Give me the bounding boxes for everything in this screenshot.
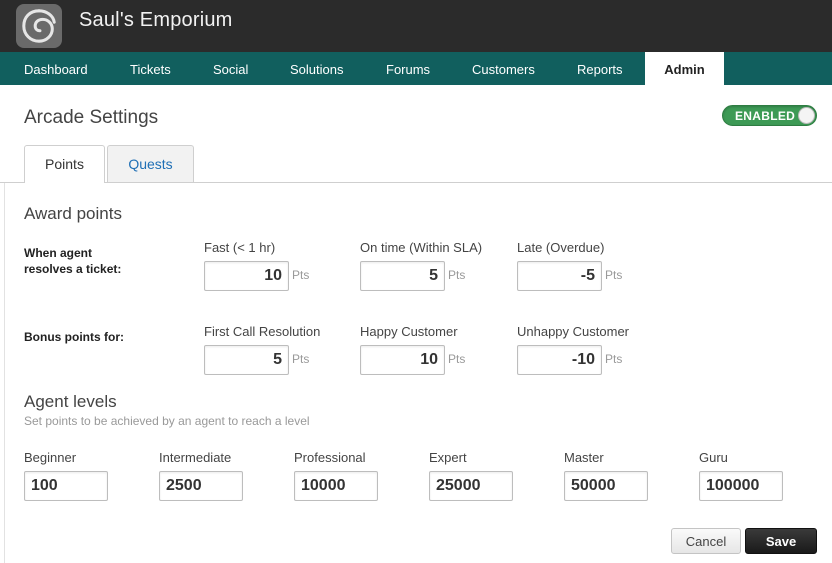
bonus-row-label: Bonus points for: [24,330,124,344]
happy-customer-label: Happy Customer [360,324,458,339]
level-input-intermediate[interactable] [159,471,243,501]
page-title: Arcade Settings [24,107,159,128]
main-nav: Dashboard Tickets Social Solutions Forum… [0,52,832,85]
nav-item-reports[interactable]: Reports [577,52,623,85]
level-input-guru[interactable] [699,471,783,501]
nav-item-tickets[interactable]: Tickets [130,52,171,85]
agent-levels-subtitle: Set points to be achieved by an agent to… [24,414,310,428]
unhappy-customer-label: Unhappy Customer [517,324,629,339]
top-bar: Saul's Emporium [0,0,832,52]
level-label-expert: Expert [429,450,467,465]
level-input-master[interactable] [564,471,648,501]
tab-quests[interactable]: Quests [107,145,194,182]
happy-customer-points-input[interactable] [360,345,445,375]
fast-points-input[interactable] [204,261,289,291]
late-points-input[interactable] [517,261,602,291]
app-title: Saul's Emporium [79,9,233,31]
level-label-master: Master [564,450,604,465]
level-label-beginner: Beginner [24,450,77,465]
nav-item-dashboard[interactable]: Dashboard [24,52,88,85]
nav-item-admin[interactable]: Admin [645,52,724,85]
pts-unit: Pts [605,352,623,366]
tabs-divider [0,182,832,183]
save-button[interactable]: Save [745,528,817,554]
award-points-title: Award points [24,204,122,223]
first-call-label: First Call Resolution [204,324,321,339]
tab-points[interactable]: Points [24,145,105,183]
pts-unit: Pts [292,352,310,366]
on-time-points-input[interactable] [360,261,445,291]
unhappy-customer-points-input[interactable] [517,345,602,375]
toggle-label: ENABLED [735,109,796,123]
fast-label: Fast (< 1 hr) [204,240,276,255]
nav-item-customers[interactable]: Customers [472,52,535,85]
pts-unit: Pts [448,268,466,282]
level-input-expert[interactable] [429,471,513,501]
swirl-logo-icon[interactable] [16,4,62,48]
resolves-row-label: When agent resolves a ticket: [24,246,122,276]
level-input-beginner[interactable] [24,471,108,501]
nav-item-forums[interactable]: Forums [386,52,430,85]
pts-unit: Pts [605,268,623,282]
level-label-intermediate: Intermediate [159,450,232,465]
level-input-professional[interactable] [294,471,378,501]
late-label: Late (Overdue) [517,240,605,255]
first-call-points-input[interactable] [204,345,289,375]
level-label-professional: Professional [294,450,366,465]
nav-item-solutions[interactable]: Solutions [290,52,343,85]
content-border [4,183,5,563]
enabled-toggle[interactable]: ENABLED [722,105,817,126]
agent-levels-title: Agent levels [24,392,117,411]
toggle-knob[interactable] [798,107,815,124]
level-label-guru: Guru [699,450,728,465]
pts-unit: Pts [292,268,310,282]
cancel-button[interactable]: Cancel [671,528,741,554]
pts-unit: Pts [448,352,466,366]
nav-item-social[interactable]: Social [213,52,248,85]
on-time-label: On time (Within SLA) [360,240,483,255]
